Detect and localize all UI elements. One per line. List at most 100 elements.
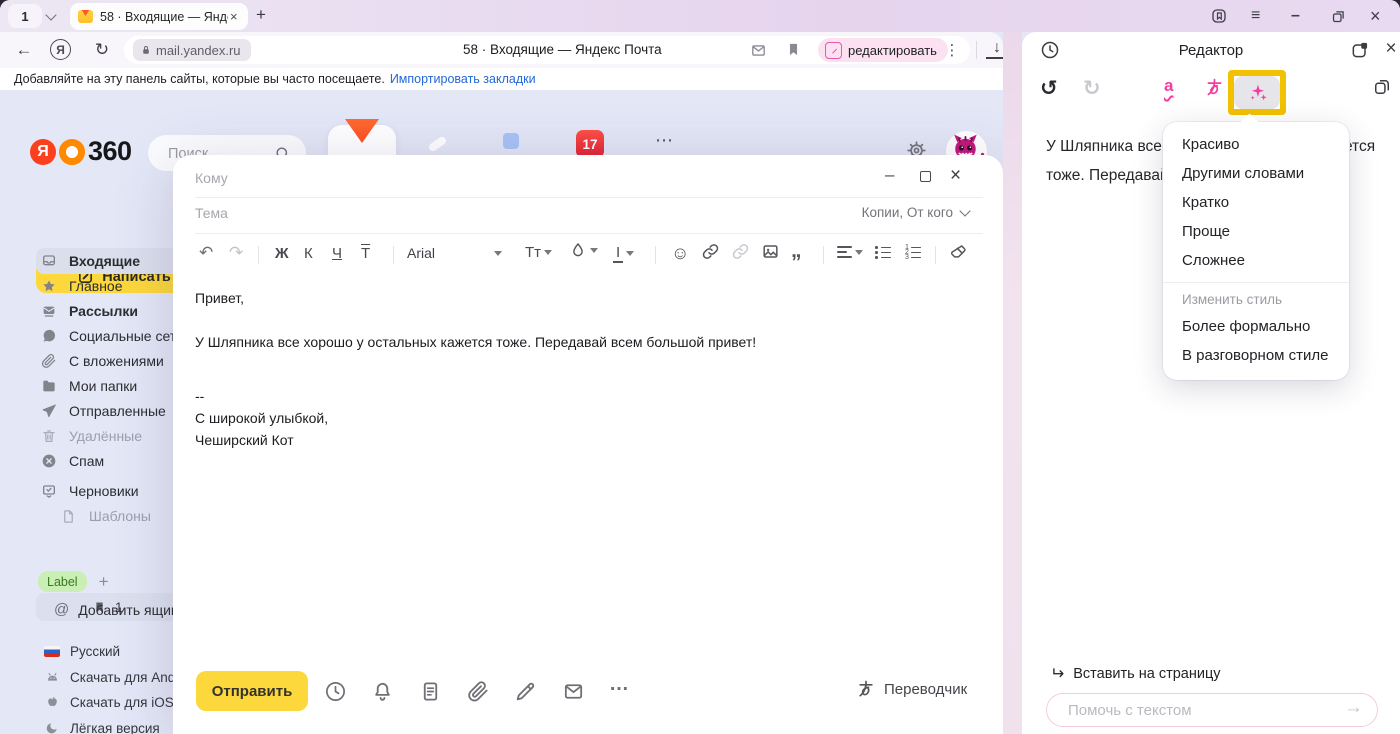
bookmarks-bar: Добавляйте на эту панель сайты, которые … bbox=[0, 68, 1003, 90]
font-family-select[interactable]: Arial bbox=[407, 245, 502, 261]
tab-list-chevron-icon[interactable] bbox=[45, 9, 56, 20]
menu-pointer bbox=[1240, 113, 1258, 131]
chat-icon bbox=[41, 328, 57, 344]
eraser-button[interactable] bbox=[949, 242, 968, 261]
insert-image-button[interactable] bbox=[761, 242, 780, 261]
menu-item-rephrase[interactable]: Другими словами bbox=[1163, 159, 1349, 188]
domain-chip[interactable]: mail.yandex.ru bbox=[133, 39, 251, 61]
menu-item-formal[interactable]: Более формально bbox=[1163, 312, 1349, 341]
subject-field[interactable]: Тема bbox=[195, 205, 228, 221]
bullet-list-button[interactable] bbox=[875, 246, 891, 258]
reminder-bell-icon[interactable] bbox=[371, 680, 394, 703]
numbered-list-button[interactable]: 123 bbox=[905, 246, 921, 258]
address-bar-row: ← Я ↻ mail.yandex.ru 58 · Входящие — Янд… bbox=[0, 32, 1003, 68]
ai-sparkles-button[interactable] bbox=[1234, 76, 1280, 109]
back-button[interactable]: ← bbox=[12, 38, 36, 62]
language-link[interactable]: Русский bbox=[44, 640, 120, 662]
compose-expand-icon[interactable] bbox=[920, 171, 931, 182]
insert-to-page-button[interactable]: ↵ Вставить на страницу bbox=[1050, 664, 1221, 684]
edit-extension-chip[interactable]: редактировать bbox=[818, 38, 948, 62]
bookmark-icon[interactable] bbox=[785, 41, 802, 58]
minimize-button[interactable]: – bbox=[1291, 0, 1300, 32]
undo-button[interactable]: ↶ bbox=[199, 243, 213, 263]
yandex-o-icon bbox=[59, 139, 85, 165]
label-tag[interactable]: Label bbox=[38, 571, 87, 592]
yandex-button[interactable]: Я bbox=[50, 39, 71, 60]
schedule-send-icon[interactable] bbox=[324, 680, 347, 703]
font-size-select[interactable]: Tт bbox=[525, 244, 552, 261]
chip-more-icon[interactable]: ⋮ bbox=[944, 40, 960, 60]
tab-strip: 1 58 · Входящие — Яндекс Почта × + ≡ – × bbox=[0, 0, 1400, 32]
template-icon[interactable] bbox=[419, 680, 442, 703]
menu-item-simpler[interactable]: Проще bbox=[1163, 217, 1349, 246]
translator-button[interactable]: Переводчик bbox=[856, 679, 967, 699]
chevron-down-icon bbox=[959, 205, 970, 216]
send-button[interactable]: Отправить bbox=[196, 671, 308, 711]
active-tab[interactable]: 58 · Входящие — Яндекс Почта × bbox=[70, 3, 248, 30]
enter-arrow-icon: ↵ bbox=[1050, 664, 1064, 684]
downloads-button[interactable]: ↓ bbox=[986, 38, 1003, 59]
translate-panel-icon[interactable] bbox=[1204, 77, 1225, 98]
attach-file-icon[interactable] bbox=[467, 680, 490, 703]
signature-pen-icon[interactable] bbox=[514, 680, 537, 703]
panel-redo-icon[interactable]: ↺ bbox=[1083, 76, 1101, 101]
mail-icon[interactable] bbox=[750, 42, 767, 59]
android-icon bbox=[44, 670, 60, 685]
restore-button[interactable] bbox=[1330, 0, 1347, 32]
at-icon: @ bbox=[54, 601, 69, 618]
more-options-icon[interactable]: … bbox=[609, 673, 630, 696]
import-bookmarks-link[interactable]: Импортировать закладки bbox=[390, 72, 536, 86]
strikethrough-button[interactable]: Т bbox=[361, 245, 370, 262]
detach-panel-icon[interactable] bbox=[1350, 40, 1370, 60]
unlink-button[interactable] bbox=[731, 242, 750, 261]
ai-prompt-input[interactable] bbox=[1066, 694, 1340, 727]
copy-icon[interactable] bbox=[1372, 77, 1392, 97]
menu-item-complex[interactable]: Сложнее bbox=[1163, 246, 1349, 275]
align-button[interactable] bbox=[837, 246, 863, 258]
calendar-app-icon[interactable]: 17 bbox=[576, 130, 604, 158]
download-ios-link[interactable]: Скачать для iOS bbox=[44, 691, 174, 713]
italic-button[interactable]: К bbox=[304, 245, 313, 262]
numbered-list-icon: 123 bbox=[905, 246, 921, 258]
highlight-color-button[interactable] bbox=[569, 241, 598, 259]
link-button[interactable] bbox=[701, 242, 720, 261]
attach-mail-icon[interactable] bbox=[562, 680, 585, 703]
panel-divider bbox=[1003, 32, 1022, 734]
bullet-list-icon bbox=[875, 246, 891, 258]
menu-item-shorter[interactable]: Кратко bbox=[1163, 188, 1349, 217]
text-color-button[interactable]: I bbox=[613, 244, 634, 263]
compose-close-icon[interactable]: × bbox=[950, 165, 961, 187]
submit-arrow-icon[interactable]: → bbox=[1344, 697, 1363, 719]
quote-button[interactable]: „ bbox=[791, 239, 802, 263]
body-line: С широкой улыбкой, bbox=[195, 408, 975, 430]
message-body[interactable]: Привет, У Шляпника все хорошо у остальны… bbox=[195, 288, 975, 452]
menu-button[interactable]: ≡ bbox=[1251, 0, 1260, 32]
add-label-icon[interactable]: + bbox=[99, 572, 109, 592]
underline-button[interactable]: Ч bbox=[332, 245, 342, 262]
ai-prompt-box[interactable]: → bbox=[1046, 693, 1378, 727]
close-panel-icon[interactable]: × bbox=[1379, 37, 1400, 61]
menu-item-beautiful[interactable]: Красиво bbox=[1163, 130, 1349, 159]
more-apps-icon[interactable]: ⋯ bbox=[655, 130, 674, 151]
light-version-link[interactable]: Лёгкая версия bbox=[44, 717, 160, 734]
refresh-button[interactable]: ↻ bbox=[90, 38, 114, 62]
new-tab-button[interactable]: + bbox=[256, 5, 266, 25]
menu-item-conversational[interactable]: В разговорном стиле bbox=[1163, 341, 1349, 370]
address-bar[interactable]: mail.yandex.ru 58 · Входящие — Яндекс По… bbox=[124, 36, 970, 64]
emoji-button[interactable]: ☺ bbox=[671, 243, 689, 264]
to-field[interactable]: Кому bbox=[195, 170, 228, 186]
redo-button[interactable]: ↷ bbox=[229, 243, 243, 263]
spellcheck-icon[interactable]: a bbox=[1164, 76, 1173, 96]
tab-close-icon[interactable]: × bbox=[230, 9, 238, 24]
add-mailbox[interactable]: @ Добавить ящик bbox=[54, 601, 177, 618]
body-line: Привет, bbox=[195, 288, 975, 310]
panels-button[interactable] bbox=[1210, 0, 1228, 32]
close-window-button[interactable]: × bbox=[1370, 0, 1381, 32]
compose-minimize-icon[interactable]: – bbox=[885, 165, 894, 185]
panel-undo-icon[interactable]: ↺ bbox=[1040, 76, 1058, 101]
paperclip-icon bbox=[41, 353, 57, 369]
bold-button[interactable]: Ж bbox=[275, 245, 289, 262]
cc-from-toggle[interactable]: Копии, От кого bbox=[862, 205, 969, 220]
tab-group-counter[interactable]: 1 bbox=[8, 4, 42, 28]
yandex-360-logo[interactable]: Я 360 bbox=[30, 136, 132, 167]
